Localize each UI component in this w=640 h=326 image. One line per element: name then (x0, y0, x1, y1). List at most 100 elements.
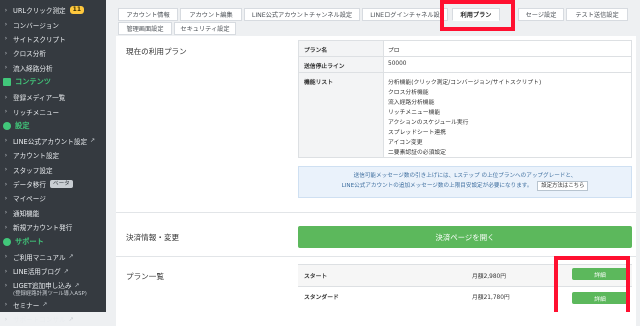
sidebar-item-label: LINE活用ブログ (13, 268, 61, 277)
tab-line-channel[interactable]: LINE公式アカウントチャンネル設定 (244, 8, 360, 21)
sidebar-item-label: 登録メディア一覧 (13, 94, 66, 103)
main-area: アカウント情報 アカウント編集 LINE公式アカウントチャンネル設定 LINEロ… (106, 0, 640, 326)
chevron-right-icon: › (4, 137, 8, 145)
sidebar-section-contents: コンテンツ (0, 75, 106, 90)
section-divider (116, 256, 636, 257)
chevron-right-icon: › (4, 64, 8, 72)
count-badge: 11 (69, 6, 85, 15)
limit-value: 50000 (388, 61, 407, 67)
open-payment-button[interactable]: 決済ページを開く (298, 226, 632, 248)
sidebar-item-label: データ移行 (13, 181, 46, 190)
feature-item: 二要素認証の必須設定 (388, 150, 446, 156)
chevron-right-icon: › (4, 21, 8, 29)
gear-icon (3, 122, 11, 131)
setup-method-button[interactable]: 設定方法はこちら (537, 181, 589, 191)
plan-row-name: スタンダード (304, 295, 339, 301)
tab-security[interactable]: セキュリティ設定 (174, 22, 236, 35)
chevron-right-icon: › (4, 267, 8, 275)
chevron-right-icon: › (4, 151, 8, 159)
sidebar-item-label: LINE公式アカウント設定 (13, 137, 88, 146)
section-title: コンテンツ (15, 77, 51, 87)
chevron-right-icon: › (4, 209, 8, 217)
tab-account-info[interactable]: アカウント情報 (118, 8, 178, 21)
table-divider (383, 40, 384, 158)
sidebar-item-inflow-route[interactable]: › 流入経路分析 (0, 61, 106, 75)
tab-account-edit[interactable]: アカウント編集 (180, 8, 242, 21)
sidebar-item-label: マイページ (13, 195, 46, 204)
sidebar-item-label: URLクリック測定 (13, 7, 66, 16)
section-divider (116, 212, 636, 213)
chevron-right-icon: › (4, 108, 8, 116)
sidebar-item-label: ご利用マニュアル (13, 253, 66, 262)
info-text: LINE公式アカウントの追加メッセージ数の上限目安設定が必要になります。 (341, 183, 533, 189)
chevron-right-icon: › (4, 49, 8, 57)
sidebar-item-label: 流入経路分析 (13, 64, 53, 73)
sidebar-item-label: アカウント設定 (13, 152, 60, 161)
plan-detail-button[interactable]: 詳細 (572, 268, 628, 280)
table-label-column (299, 41, 383, 157)
tab-line-login[interactable]: LINEログインチャネル設 (362, 8, 448, 21)
chevron-right-icon: › (4, 281, 8, 289)
sidebar-item-seminar[interactable]: › セミナー ↗ (0, 298, 106, 312)
sidebar-item-rich-menu[interactable]: › リッチメニュー (0, 104, 106, 118)
tab-plan[interactable]: 利用プラン (452, 8, 500, 21)
tab-test-send[interactable]: テスト送信設定 (566, 8, 628, 21)
sidebar-item-label: クロス分析 (13, 50, 46, 59)
chevron-right-icon: › (4, 253, 8, 261)
sidebar-item-blog[interactable]: › LINE活用ブログ ↗ (0, 264, 106, 278)
limit-label: 送信停止ライン (304, 64, 345, 70)
plan-detail-button[interactable]: 詳細 (572, 292, 628, 304)
table-divider (298, 264, 632, 265)
feature-item: スプレッドシート連携 (388, 130, 446, 136)
feature-item: 流入経路分析機能 (388, 100, 435, 106)
table-divider (298, 56, 632, 57)
sidebar-item-data-migration[interactable]: › データ移行 ベータ (0, 177, 106, 191)
external-link-icon: ↗ (74, 281, 80, 289)
current-plan-heading: 現在の利用プラン (126, 47, 187, 56)
sidebar-item-media[interactable]: › 登録メディア一覧 (0, 90, 106, 104)
sidebar-item-my-page[interactable]: › マイページ (0, 191, 106, 205)
tab-message-settings[interactable]: セージ設定 (518, 8, 564, 21)
sidebar-item-site-script[interactable]: › サイトスクリプト (0, 32, 106, 46)
sidebar-item-manual[interactable]: › ご利用マニュアル ↗ (0, 249, 106, 263)
external-link-icon: ↗ (42, 301, 48, 309)
chevron-right-icon: › (4, 35, 8, 43)
sidebar-item-label: サポートコンサル (13, 316, 66, 325)
sidebar-section-settings: 設定 (0, 119, 106, 134)
sidebar-item-label: サイトスクリプト (13, 35, 66, 44)
sidebar-item-new-account[interactable]: › 新規アカウント発行 (0, 220, 106, 234)
sidebar-item-url-click[interactable]: › URLクリック測定 11 (0, 3, 106, 17)
sidebar-item-conversion[interactable]: › コンバージョン (0, 17, 106, 31)
sidebar-item-sublabel: (登録経路計測ツール導入ASP) (13, 291, 87, 298)
info-text: 送信可能メッセージ数の引き上げには、Lステップ の上位プランへのアップグレードと… (353, 173, 577, 179)
sidebar: › URLクリック測定 11 › コンバージョン › サイトスクリプト › クロ… (0, 0, 106, 324)
external-link-icon: ↗ (68, 253, 74, 261)
sidebar-item-notifications[interactable]: › 通知機能 (0, 206, 106, 220)
plan-row-price: 月額21,780円 (472, 295, 510, 301)
sidebar-item-support-consult[interactable]: › サポートコンサル ↗ (0, 312, 106, 326)
sidebar-item-label: 新規アカウント発行 (13, 224, 73, 233)
feature-item: アクションのスケジュール実行 (388, 120, 469, 126)
plan-name-label: プラン名 (304, 48, 328, 54)
plan-row-price: 月額2,980円 (472, 274, 506, 280)
folder-icon (3, 78, 11, 87)
feature-item: アイコン変更 (388, 140, 423, 146)
external-link-icon: ↗ (68, 315, 74, 323)
tab-admin-screen[interactable]: 管理画面設定 (118, 22, 172, 35)
sidebar-item-line-account[interactable]: › LINE公式アカウント設定 ↗ (0, 134, 106, 148)
section-title: サポート (15, 236, 44, 246)
chevron-right-icon: › (4, 301, 8, 309)
chevron-right-icon: › (4, 180, 8, 188)
sidebar-item-label: 通知機能 (13, 209, 40, 218)
external-link-icon: ↗ (63, 267, 69, 275)
feature-item: クロス分析機能 (388, 90, 429, 96)
content-card: 現在の利用プラン プラン名 プロ 送信停止ライン 50000 機能リスト 分析機… (116, 36, 636, 326)
plan-row-name: スタート (304, 274, 328, 280)
sidebar-item-staff-settings[interactable]: › スタッフ設定 (0, 163, 106, 177)
feature-item: 分析機能(クリック測定/コンバージョン/サイトスクリプト) (388, 80, 542, 86)
sidebar-item-label: リッチメニュー (13, 108, 60, 117)
sidebar-item-label: コンバージョン (13, 21, 60, 30)
sidebar-item-label: セミナー (13, 301, 40, 310)
sidebar-item-account-settings[interactable]: › アカウント設定 (0, 148, 106, 162)
sidebar-item-cross-analysis[interactable]: › クロス分析 (0, 46, 106, 60)
